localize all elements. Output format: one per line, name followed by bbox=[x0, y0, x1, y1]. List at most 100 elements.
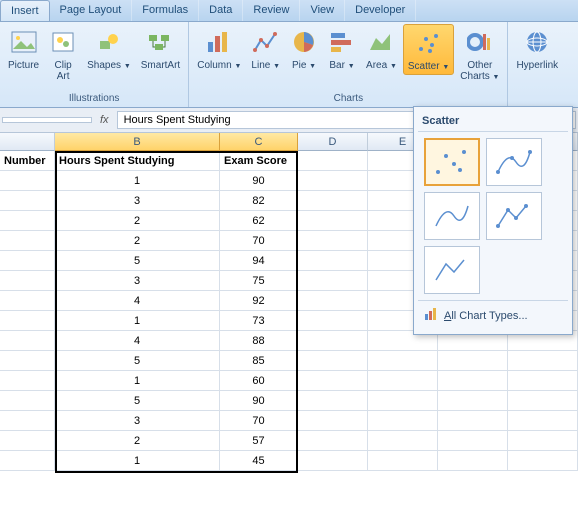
cell[interactable]: 5 bbox=[55, 391, 220, 411]
cell[interactable]: 3 bbox=[55, 191, 220, 211]
cell[interactable] bbox=[438, 351, 508, 371]
cell[interactable]: 88 bbox=[220, 331, 298, 351]
cell-b-header[interactable]: Hours Spent Studying bbox=[55, 151, 220, 171]
cell[interactable] bbox=[0, 311, 55, 331]
pie-chart-button[interactable]: Pie ▼ bbox=[286, 24, 322, 73]
col-header-corner[interactable] bbox=[0, 133, 55, 151]
cell[interactable] bbox=[298, 331, 368, 351]
cell[interactable] bbox=[0, 331, 55, 351]
cell[interactable] bbox=[438, 431, 508, 451]
cell[interactable]: 90 bbox=[220, 171, 298, 191]
cell-a-header[interactable]: Number bbox=[0, 151, 55, 171]
cell-c-header[interactable]: Exam Score bbox=[220, 151, 298, 171]
cell[interactable] bbox=[0, 411, 55, 431]
cell[interactable] bbox=[0, 371, 55, 391]
scatter-type-smooth[interactable] bbox=[424, 192, 480, 240]
cell[interactable] bbox=[368, 431, 438, 451]
cell[interactable]: 90 bbox=[220, 391, 298, 411]
cell[interactable]: 2 bbox=[55, 231, 220, 251]
cell[interactable]: 1 bbox=[55, 311, 220, 331]
area-chart-button[interactable]: Area ▼ bbox=[362, 24, 401, 73]
cell[interactable] bbox=[508, 431, 578, 451]
cell[interactable]: 2 bbox=[55, 431, 220, 451]
cell[interactable] bbox=[298, 351, 368, 371]
cell[interactable]: 62 bbox=[220, 211, 298, 231]
scatter-type-smooth-markers[interactable] bbox=[486, 138, 542, 186]
cell[interactable] bbox=[298, 231, 368, 251]
cell[interactable] bbox=[438, 371, 508, 391]
clipart-button[interactable]: Clip Art bbox=[45, 24, 81, 84]
cell[interactable]: 5 bbox=[55, 251, 220, 271]
shapes-button[interactable]: Shapes ▼ bbox=[83, 24, 135, 73]
cell[interactable] bbox=[298, 311, 368, 331]
cell[interactable]: 4 bbox=[55, 291, 220, 311]
cell[interactable]: 1 bbox=[55, 371, 220, 391]
cell[interactable] bbox=[298, 371, 368, 391]
cell[interactable] bbox=[438, 391, 508, 411]
cell[interactable]: 70 bbox=[220, 411, 298, 431]
cell[interactable] bbox=[0, 171, 55, 191]
cell[interactable] bbox=[508, 351, 578, 371]
cell[interactable] bbox=[0, 431, 55, 451]
cell[interactable]: 45 bbox=[220, 451, 298, 471]
cell[interactable]: 60 bbox=[220, 371, 298, 391]
tab-page-layout[interactable]: Page Layout bbox=[50, 0, 133, 21]
cell[interactable] bbox=[508, 411, 578, 431]
cell[interactable] bbox=[0, 211, 55, 231]
name-box[interactable] bbox=[2, 117, 92, 123]
cell[interactable] bbox=[298, 151, 368, 171]
picture-button[interactable]: Picture bbox=[4, 24, 43, 73]
cell[interactable]: 3 bbox=[55, 411, 220, 431]
cell[interactable]: 1 bbox=[55, 171, 220, 191]
smartart-button[interactable]: SmartArt bbox=[137, 24, 184, 73]
cell[interactable] bbox=[508, 451, 578, 471]
cell[interactable] bbox=[298, 171, 368, 191]
tab-review[interactable]: Review bbox=[243, 0, 300, 21]
cell[interactable] bbox=[368, 371, 438, 391]
scatter-chart-button[interactable]: Scatter ▼ bbox=[403, 24, 454, 75]
cell[interactable] bbox=[508, 371, 578, 391]
cell[interactable] bbox=[298, 451, 368, 471]
cell[interactable] bbox=[368, 391, 438, 411]
tab-view[interactable]: View bbox=[300, 0, 345, 21]
cell[interactable] bbox=[298, 411, 368, 431]
scatter-type-markers[interactable] bbox=[424, 138, 480, 186]
scatter-type-lines[interactable] bbox=[424, 246, 480, 294]
cell[interactable] bbox=[0, 291, 55, 311]
cell[interactable] bbox=[0, 451, 55, 471]
tab-insert[interactable]: Insert bbox=[0, 0, 50, 21]
other-charts-button[interactable]: Other Charts ▼ bbox=[456, 24, 503, 84]
cell[interactable] bbox=[298, 431, 368, 451]
scatter-type-lines-markers[interactable] bbox=[486, 192, 542, 240]
cell[interactable] bbox=[298, 391, 368, 411]
cell[interactable]: 1 bbox=[55, 451, 220, 471]
cell[interactable] bbox=[0, 351, 55, 371]
cell[interactable] bbox=[508, 391, 578, 411]
col-header-b[interactable]: B bbox=[55, 133, 220, 151]
cell[interactable] bbox=[298, 251, 368, 271]
column-chart-button[interactable]: Column ▼ bbox=[193, 24, 245, 73]
cell[interactable] bbox=[368, 451, 438, 471]
cell[interactable]: 57 bbox=[220, 431, 298, 451]
col-header-c[interactable]: C bbox=[220, 133, 298, 151]
cell[interactable]: 3 bbox=[55, 271, 220, 291]
cell[interactable]: 94 bbox=[220, 251, 298, 271]
cell[interactable] bbox=[298, 211, 368, 231]
cell[interactable] bbox=[0, 231, 55, 251]
cell[interactable] bbox=[0, 391, 55, 411]
tab-formulas[interactable]: Formulas bbox=[132, 0, 199, 21]
cell[interactable] bbox=[298, 271, 368, 291]
cell[interactable]: 82 bbox=[220, 191, 298, 211]
hyperlink-button[interactable]: Hyperlink bbox=[512, 24, 562, 73]
cell[interactable]: 73 bbox=[220, 311, 298, 331]
cell[interactable]: 85 bbox=[220, 351, 298, 371]
cell[interactable]: 5 bbox=[55, 351, 220, 371]
cell[interactable]: 2 bbox=[55, 211, 220, 231]
tab-data[interactable]: Data bbox=[199, 0, 243, 21]
col-header-d[interactable]: D bbox=[298, 133, 368, 151]
cell[interactable] bbox=[438, 451, 508, 471]
bar-chart-button[interactable]: Bar ▼ bbox=[324, 24, 360, 73]
cell[interactable]: 4 bbox=[55, 331, 220, 351]
cell[interactable] bbox=[438, 411, 508, 431]
cell[interactable]: 70 bbox=[220, 231, 298, 251]
